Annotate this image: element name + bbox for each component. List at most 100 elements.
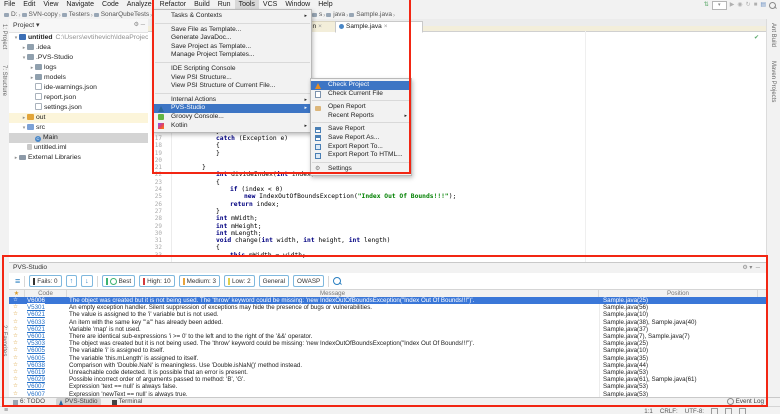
favorite-star-icon[interactable]: ☆ (13, 311, 18, 318)
run-config-dropdown[interactable]: ▾ (711, 0, 727, 10)
menu-item-ide-scripting-console[interactable]: IDE Scripting Console (154, 65, 311, 74)
warning-code-link[interactable]: V6005 (27, 355, 45, 362)
event-log-button[interactable]: Event Log (726, 397, 764, 406)
tool-strip-tab-ant-build[interactable]: Ant Build (770, 23, 776, 47)
warning-row[interactable]: ☆ V6007 Expression 'text == null' is alway… (9, 383, 766, 390)
warning-code-link[interactable]: V6033 (27, 319, 45, 326)
run-icon[interactable]: ▶ (730, 0, 735, 10)
tree-item-main[interactable]: C Main (9, 133, 168, 143)
submenu-item-export-report-to-[interactable]: Export Report To... (311, 143, 411, 152)
menu-item-view-psi-structure-of-current-file-[interactable]: View PSI Structure of Current File... (154, 82, 311, 91)
submenu-item-open-report[interactable]: Open Report (311, 103, 411, 112)
menu-item-internal-actions[interactable]: Internal Actions ▸ (154, 96, 311, 105)
stop-icon[interactable]: ■ (754, 0, 758, 10)
medium-filter-button[interactable]: Medium: 3 (178, 275, 221, 287)
warning-row[interactable]: ☆ V6001 There are identical sub-expression… (9, 333, 766, 340)
breadcrumb-item[interactable]: SonarQubeTests (93, 10, 149, 19)
menu-item-save-file-as-template-[interactable]: Save File as Template... (154, 26, 311, 35)
collapse-all-icon[interactable]: ─ (141, 22, 145, 28)
project-panel-title[interactable]: Project ▾ (9, 22, 39, 29)
warning-code-link[interactable]: V6019 (27, 369, 45, 376)
submenu-item-check-project[interactable]: Check Project (311, 81, 411, 90)
menu-item-generate-javadoc-[interactable]: Generate JavaDoc... (154, 34, 311, 43)
status-item[interactable]: CRLF: (660, 408, 678, 414)
tree-item-src[interactable]: ▾ src (9, 123, 160, 133)
favorite-star-icon[interactable]: ☆ (13, 362, 18, 369)
warning-code-link[interactable]: V6001 (27, 333, 45, 340)
tree-item-out[interactable]: ▸ out (9, 113, 160, 123)
update-config-icon[interactable]: ⇅ (704, 0, 709, 10)
warning-position[interactable]: Sample.java(25) (603, 297, 759, 304)
tree-item-settings-json[interactable]: settings.json (9, 103, 168, 113)
warning-row[interactable]: ☆ V6005 The variable 'this.mLength' is ass… (9, 355, 766, 362)
menu-help[interactable]: Help (314, 0, 336, 10)
warning-position[interactable]: Sample.java(7), Sample.java(7) (603, 333, 759, 340)
warning-code-link[interactable]: V5303 (27, 340, 45, 347)
warning-code-link[interactable]: V6005 (27, 347, 45, 354)
status-item[interactable]: 1:1 (644, 408, 653, 414)
menu-analyze[interactable]: Analyze (123, 0, 156, 10)
menu-item-view-psi-structure-[interactable]: View PSI Structure... (154, 74, 311, 83)
warning-row[interactable]: ☆ V6021 Variable 'map' is not used. Sample.… (9, 326, 766, 333)
favorite-star-icon[interactable]: ☆ (13, 355, 18, 362)
general-filter-button[interactable]: General (258, 275, 290, 287)
menu-item-manage-project-templates-[interactable]: Manage Project Templates... (154, 51, 311, 60)
highlight-level-icon[interactable] (725, 407, 732, 414)
breadcrumb-item[interactable]: SVN-copy (21, 10, 58, 19)
warning-row[interactable]: ☆ V6019 Unreachable code detected. It is p… (9, 369, 766, 376)
warning-position[interactable]: Sample.java(35) (603, 355, 759, 362)
warning-row[interactable]: ☆ V6033 An item with the same key '"a"' ha… (9, 319, 766, 326)
warning-position[interactable]: Sample.java(25) (603, 340, 759, 347)
tree-item--pvs-studio[interactable]: ▾ .PVS-Studio (9, 53, 160, 63)
high-filter-button[interactable]: High: 10 (139, 275, 175, 287)
search-icon[interactable] (769, 1, 776, 9)
breadcrumb-item[interactable]: Testers (61, 10, 90, 19)
tool-window-button-6-todo[interactable]: 6: TODO (10, 398, 48, 406)
favorite-star-icon[interactable]: ☆ (13, 383, 18, 390)
owasp-filter-button[interactable]: OWASP (293, 275, 325, 287)
gear-icon[interactable]: ⚙ (134, 22, 139, 28)
fails-filter-button[interactable]: Fails: 0 (29, 275, 62, 287)
warning-position[interactable]: Sample.java(53) (603, 383, 759, 390)
coverage-icon[interactable]: ◉ (737, 0, 742, 10)
warning-position[interactable]: Sample.java(38), Sample.java(40) (603, 319, 759, 326)
find-action-icon[interactable]: ▤ (760, 0, 766, 10)
low-filter-button[interactable]: Low: 2 (224, 275, 255, 287)
submenu-item-save-report-as-[interactable]: Save Report As... (311, 134, 411, 143)
status-item[interactable]: UTF-8: (685, 408, 704, 414)
breadcrumb-item[interactable]: java (326, 10, 345, 19)
tree-item-external-libraries[interactable]: ▸ External Libraries (9, 153, 152, 163)
submenu-item-settings[interactable]: ⚙ Settings (311, 165, 411, 174)
submenu-item-check-current-file[interactable]: Check Current File (311, 90, 411, 99)
submenu-item-export-report-to-html-[interactable]: Export Report To HTML... (311, 151, 411, 160)
tool-strip-tab-7-structure[interactable]: 7: Structure (1, 65, 7, 96)
menu-icon[interactable]: ≡ (15, 276, 20, 286)
lock-icon[interactable] (711, 407, 718, 414)
tool-window-button-terminal[interactable]: Terminal (109, 398, 146, 406)
menu-code[interactable]: Code (98, 0, 123, 10)
inspections-ok-icon[interactable]: ✔ (754, 34, 759, 41)
breadcrumb-item[interactable]: Sample.java (349, 10, 392, 19)
warning-position[interactable]: Sample.java(56) (603, 304, 759, 311)
menu-item-kotlin[interactable]: Kotlin ▸ (154, 122, 311, 131)
warning-position[interactable]: Sample.java(53) (603, 369, 759, 376)
menu-navigate[interactable]: Navigate (62, 0, 98, 10)
search-icon[interactable] (333, 277, 342, 285)
tree-item-untitled[interactable]: ▾untitledC:\Users\evtihevich\IdeaProject… (9, 33, 152, 43)
prev-warning-button[interactable]: ↑ (65, 275, 78, 287)
warning-position[interactable]: Sample.java(61), Sample.java(61) (603, 376, 759, 383)
warning-code-link[interactable]: V6006 (27, 297, 45, 304)
menu-edit[interactable]: Edit (19, 0, 39, 10)
tool-strip-tab-2-favorites[interactable]: 2: Favorites (1, 325, 7, 356)
tool-strip-tab-1-project[interactable]: 1: Project (1, 24, 7, 49)
tree-item-report-json[interactable]: report.json (9, 93, 168, 103)
warning-position[interactable]: Sample.java(10) (603, 311, 759, 318)
tool-window-button-pvs-studio[interactable]: PVS-Studio (55, 398, 101, 406)
warning-position[interactable]: Sample.java(44) (603, 362, 759, 369)
best-filter-button[interactable]: Best (101, 275, 136, 287)
warning-code-link[interactable]: V6007 (27, 383, 45, 390)
submenu-item-save-report[interactable]: Save Report (311, 125, 411, 134)
hide-panel-icon[interactable]: ─ (756, 265, 760, 271)
tree-item-ide-warnings-json[interactable]: ide-warnings.json (9, 83, 168, 93)
tree-item-untitled-iml[interactable]: untitled.iml (9, 143, 160, 153)
